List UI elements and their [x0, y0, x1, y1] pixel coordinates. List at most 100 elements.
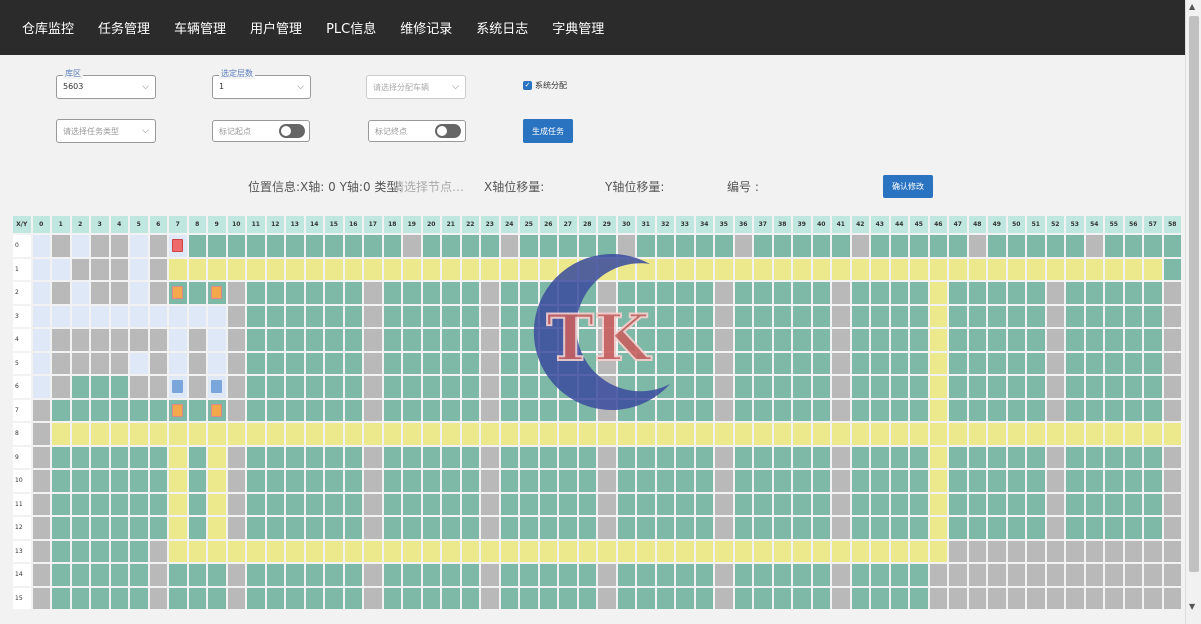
- grid-cell[interactable]: [832, 423, 850, 445]
- grid-cell[interactable]: [500, 305, 518, 327]
- end-point-toggle[interactable]: 标记终点: [368, 120, 466, 142]
- grid-cell[interactable]: [637, 587, 655, 609]
- grid-cell[interactable]: [305, 470, 323, 492]
- grid-cell[interactable]: [1163, 258, 1181, 280]
- grid-cell[interactable]: [169, 282, 187, 304]
- grid-cell[interactable]: [578, 470, 596, 492]
- grid-cell[interactable]: [71, 376, 89, 398]
- grid-cell[interactable]: [1085, 587, 1103, 609]
- grid-cell[interactable]: [559, 564, 577, 586]
- grid-cell[interactable]: [754, 564, 772, 586]
- grid-cell[interactable]: [286, 235, 304, 257]
- grid-cell[interactable]: [442, 258, 460, 280]
- grid-cell[interactable]: [598, 305, 616, 327]
- grid-cell[interactable]: [364, 587, 382, 609]
- grid-cell[interactable]: [520, 446, 538, 468]
- grid-cell[interactable]: [169, 399, 187, 421]
- grid-cell[interactable]: [461, 446, 479, 468]
- grid-cell[interactable]: [637, 305, 655, 327]
- grid-cell[interactable]: [91, 329, 109, 351]
- grid-cell[interactable]: [442, 493, 460, 515]
- grid-cell[interactable]: [598, 235, 616, 257]
- grid-cell[interactable]: [325, 470, 343, 492]
- grid-cell[interactable]: [383, 493, 401, 515]
- grid-cell[interactable]: [832, 376, 850, 398]
- grid-cell[interactable]: [110, 493, 128, 515]
- grid-cell[interactable]: [520, 564, 538, 586]
- grid-cell[interactable]: [520, 258, 538, 280]
- grid-cell[interactable]: [578, 446, 596, 468]
- nav-item-0[interactable]: 仓库监控: [22, 18, 74, 37]
- grid-cell[interactable]: [949, 305, 967, 327]
- grid-cell[interactable]: [52, 376, 70, 398]
- grid-cell[interactable]: [754, 446, 772, 468]
- grid-cell[interactable]: [403, 470, 421, 492]
- grid-cell[interactable]: [812, 399, 830, 421]
- grid-cell[interactable]: [1105, 470, 1123, 492]
- grid-cell[interactable]: [500, 376, 518, 398]
- grid-cell[interactable]: [266, 470, 284, 492]
- grid-cell[interactable]: [1046, 376, 1064, 398]
- grid-cell[interactable]: [812, 376, 830, 398]
- grid-cell[interactable]: [520, 587, 538, 609]
- grid-cell[interactable]: [559, 399, 577, 421]
- grid-cell[interactable]: [227, 329, 245, 351]
- grid-cell[interactable]: [481, 329, 499, 351]
- grid-cell[interactable]: [149, 540, 167, 562]
- grid-cell[interactable]: [1105, 540, 1123, 562]
- grid-cell[interactable]: [481, 517, 499, 539]
- grid-cell[interactable]: [929, 282, 947, 304]
- grid-cell[interactable]: [1124, 352, 1142, 374]
- grid-cell[interactable]: [949, 493, 967, 515]
- grid-cell[interactable]: [832, 446, 850, 468]
- grid-cell[interactable]: [1085, 564, 1103, 586]
- grid-cell[interactable]: [1163, 305, 1181, 327]
- grid-cell[interactable]: [851, 282, 869, 304]
- grid-cell[interactable]: [617, 470, 635, 492]
- grid-cell[interactable]: [598, 423, 616, 445]
- grid-cell[interactable]: [1085, 235, 1103, 257]
- grid-cell[interactable]: [851, 540, 869, 562]
- grid-cell[interactable]: [1046, 564, 1064, 586]
- grid-cell[interactable]: [598, 282, 616, 304]
- grid-cell[interactable]: [1066, 493, 1084, 515]
- grid-cell[interactable]: [266, 352, 284, 374]
- grid-cell[interactable]: [1163, 399, 1181, 421]
- grid-cell[interactable]: [403, 235, 421, 257]
- grid-cell[interactable]: [1027, 352, 1045, 374]
- grid-cell[interactable]: [1105, 587, 1123, 609]
- grid-cell[interactable]: [871, 540, 889, 562]
- grid-cell[interactable]: [422, 446, 440, 468]
- grid-cell[interactable]: [968, 352, 986, 374]
- grid-cell[interactable]: [422, 282, 440, 304]
- grid-cell[interactable]: [871, 282, 889, 304]
- grid-cell[interactable]: [169, 470, 187, 492]
- grid-cell[interactable]: [91, 446, 109, 468]
- grid-cell[interactable]: [1046, 399, 1064, 421]
- grid-cell[interactable]: [968, 235, 986, 257]
- grid-cell[interactable]: [1007, 376, 1025, 398]
- grid-cell[interactable]: [929, 352, 947, 374]
- grid-cell[interactable]: [637, 258, 655, 280]
- grid-cell[interactable]: [890, 470, 908, 492]
- grid-cell[interactable]: [1027, 305, 1045, 327]
- grid-cell[interactable]: [305, 493, 323, 515]
- grid-cell[interactable]: [910, 235, 928, 257]
- grid-cell[interactable]: [52, 399, 70, 421]
- grid-cell[interactable]: [871, 517, 889, 539]
- grid-cell[interactable]: [949, 376, 967, 398]
- grid-cell[interactable]: [1144, 493, 1162, 515]
- grid-cell[interactable]: [559, 423, 577, 445]
- grid-cell[interactable]: [598, 446, 616, 468]
- grid-cell[interactable]: [1027, 470, 1045, 492]
- grid-cell[interactable]: [71, 564, 89, 586]
- grid-cell[interactable]: [1027, 399, 1045, 421]
- grid-cell[interactable]: [910, 564, 928, 586]
- grid-cell[interactable]: [949, 517, 967, 539]
- grid-cell[interactable]: [130, 446, 148, 468]
- grid-cell[interactable]: [520, 423, 538, 445]
- grid-cell[interactable]: [481, 564, 499, 586]
- grid-cell[interactable]: [1007, 517, 1025, 539]
- grid-cell[interactable]: [910, 282, 928, 304]
- grid-cell[interactable]: [949, 470, 967, 492]
